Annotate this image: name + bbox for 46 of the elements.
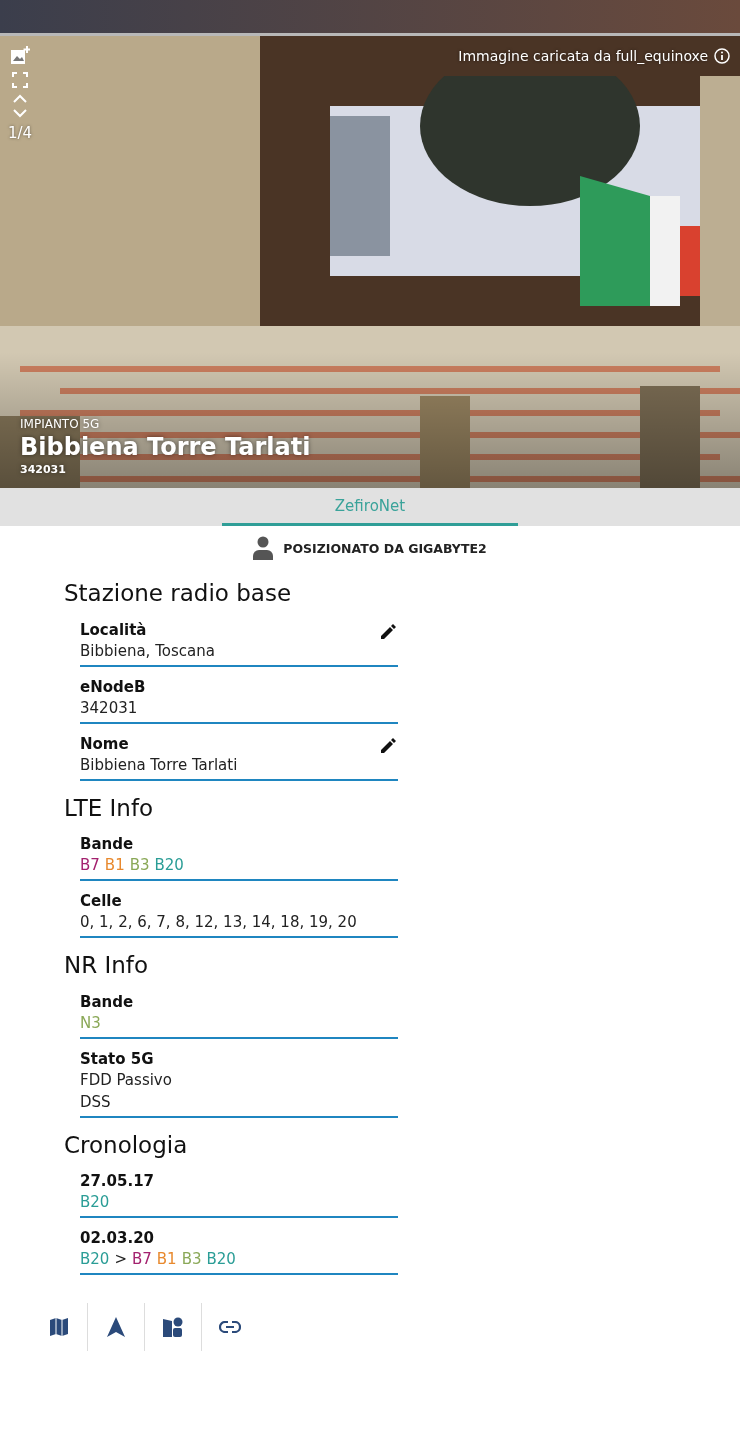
- field-label: Nome: [80, 733, 129, 754]
- band-label: B20: [206, 1249, 236, 1271]
- field-label: 27.05.17: [80, 1171, 155, 1192]
- site-id: 342031: [20, 463, 67, 476]
- shapes-icon: [163, 1317, 183, 1338]
- section-title: NR Info: [64, 952, 150, 980]
- field-label: 02.03.20: [80, 1228, 155, 1249]
- band-label: N3: [80, 1012, 101, 1034]
- band-label: B20: [80, 1249, 110, 1271]
- map-icon: [48, 1318, 69, 1337]
- site-type: IMPIANTO 5G: [20, 417, 101, 431]
- link-icon: [219, 1321, 241, 1334]
- add-image-icon[interactable]: [10, 46, 31, 66]
- edit-icon[interactable]: [380, 623, 396, 640]
- placed-by-text: POSIZIONATO DA GIGABYTE2: [283, 540, 487, 556]
- field-value: Bibbiena, Toscana: [80, 640, 215, 662]
- section-title: Stazione radio base: [64, 580, 293, 608]
- section-title: LTE Info: [64, 794, 155, 823]
- site-title: Bibbiena Torre Tarlati: [20, 433, 311, 461]
- image-credit: Immagine caricata da full_equinoxe: [458, 48, 708, 64]
- image-counter: 1/4: [8, 124, 33, 142]
- band-label: B3: [181, 1249, 202, 1271]
- field-value: Bibbiena Torre Tarlati: [80, 754, 238, 776]
- band-label: B20: [154, 855, 184, 877]
- section-title: Cronologia: [64, 1131, 189, 1160]
- field-value: >: [114, 1249, 127, 1271]
- user-icon: [253, 536, 274, 560]
- field-value: FDD Passivo: [80, 1069, 172, 1091]
- field-label: Stato 5G: [80, 1048, 154, 1069]
- field-label: Bande: [80, 991, 134, 1012]
- band-label: B1: [156, 1249, 177, 1271]
- band-label: B3: [129, 855, 150, 877]
- band-label: B20: [80, 1192, 110, 1214]
- field-value: 342031: [80, 697, 138, 719]
- field-label: Celle: [80, 891, 122, 912]
- band-label: B1: [104, 855, 125, 877]
- band-label: B7: [80, 855, 100, 877]
- field-value: 0, 1, 2, 6, 7, 8, 12, 13, 14, 18, 19, 20: [80, 912, 357, 934]
- band-label: B7: [131, 1249, 152, 1271]
- field-label: eNodeB: [80, 676, 146, 697]
- navigation-arrow-icon: [107, 1317, 125, 1338]
- field-value: DSS: [80, 1091, 111, 1113]
- info-icon[interactable]: [714, 48, 730, 64]
- edit-icon[interactable]: [380, 737, 396, 754]
- field-label: Bande: [80, 834, 134, 855]
- field-label: Località: [80, 619, 147, 640]
